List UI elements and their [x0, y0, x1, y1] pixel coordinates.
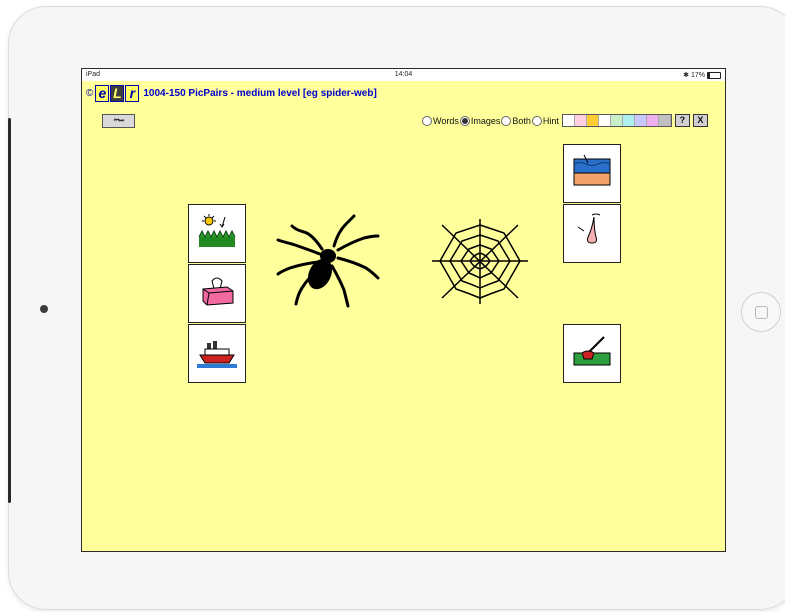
color-swatches: [561, 114, 672, 127]
spider-web-image[interactable]: [432, 219, 528, 309]
radio-icon: [531, 115, 542, 126]
mode-words-label: Words: [433, 115, 459, 126]
color-swatch-7[interactable]: [634, 115, 647, 126]
hint-option[interactable]: Hint: [531, 115, 559, 126]
color-swatch-6[interactable]: [622, 115, 635, 126]
close-button[interactable]: X: [692, 114, 708, 127]
status-bar: iPad 14:04 ✱ 17%: [82, 69, 725, 81]
logo-letter-r: r: [125, 85, 140, 102]
radio-icon: [422, 115, 432, 126]
color-swatch-4[interactable]: [598, 115, 611, 126]
spider-image[interactable]: [274, 214, 382, 314]
radio-icon: [501, 115, 512, 126]
device-edge: [8, 118, 11, 503]
color-swatch-1[interactable]: [562, 115, 575, 126]
help-button[interactable]: ?: [674, 114, 690, 127]
logo-letter-l: L: [110, 85, 125, 102]
sea-beach-icon: [573, 154, 611, 186]
mode-images-option[interactable]: Images: [459, 115, 501, 126]
card-pen-grass[interactable]: [563, 324, 621, 383]
app-screen: iPad 14:04 ✱ 17% © e L r 1004-150 PicPai…: [81, 68, 726, 552]
pen-grass-icon: [573, 336, 611, 366]
card-nose[interactable]: [563, 204, 621, 263]
battery-status: ✱ 17%: [683, 71, 721, 79]
home-button[interactable]: [741, 292, 781, 332]
mode-words-option[interactable]: Words: [422, 115, 459, 126]
bluetooth-icon: ✱: [683, 72, 689, 79]
card-sea-beach[interactable]: [563, 144, 621, 203]
mode-images-label: Images: [470, 115, 501, 126]
card-tissue-box[interactable]: [188, 264, 246, 323]
color-swatch-9[interactable]: [658, 115, 671, 126]
hint-label: Hint: [542, 115, 559, 126]
color-swatch-3[interactable]: [586, 115, 599, 126]
copyright-symbol: ©: [86, 88, 94, 99]
color-swatch-5[interactable]: [610, 115, 623, 126]
mode-selector: Words Images Both Hint ? X: [422, 114, 708, 127]
front-camera: [40, 305, 48, 313]
spider-web-icon: [432, 219, 528, 304]
page-title: 1004-150 PicPairs - medium level [eg spi…: [143, 88, 377, 99]
color-swatch-2[interactable]: [574, 115, 587, 126]
ship-icon: [197, 341, 237, 368]
battery-percent: 17%: [690, 71, 705, 79]
radio-selected-icon: [459, 115, 470, 126]
spider-icon: [276, 214, 380, 308]
tissue-box-icon: [202, 277, 234, 306]
status-time: 14:04: [394, 71, 413, 78]
sunshine-grass-icon: [198, 214, 236, 247]
color-swatch-8[interactable]: [646, 115, 659, 126]
mode-both-label: Both: [512, 115, 531, 126]
logo-letter-e: e: [95, 85, 110, 102]
header: © e L r 1004-150 PicPairs - medium level…: [86, 85, 377, 102]
mode-both-option[interactable]: Both: [501, 115, 531, 126]
card-sunshine-grass[interactable]: [188, 204, 246, 263]
battery-icon: [707, 71, 721, 79]
skip-buttons[interactable]: ⏮ ⏭: [102, 114, 135, 128]
card-ship[interactable]: [188, 324, 246, 383]
nose-icon: [577, 213, 601, 244]
